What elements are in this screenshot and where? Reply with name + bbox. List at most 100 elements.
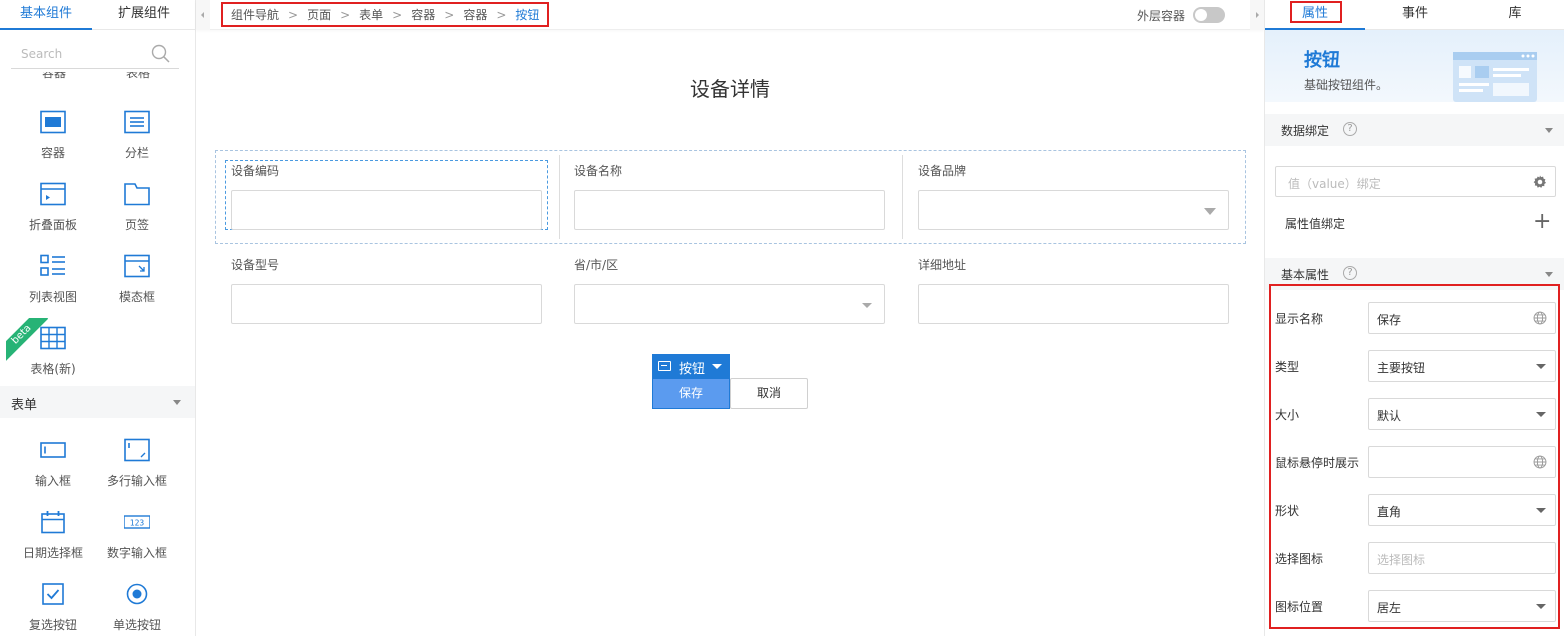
globe-icon[interactable] (1533, 311, 1547, 325)
display-name-input[interactable]: 保存 (1368, 302, 1556, 334)
component-label: 容器 (40, 146, 65, 160)
chevron-down-icon (1545, 128, 1553, 133)
hover-tooltip-input[interactable] (1368, 446, 1556, 478)
textarea-icon (124, 438, 150, 462)
shape-select[interactable]: 直角 (1368, 494, 1556, 526)
prop-label-shape: 形状 (1275, 504, 1300, 518)
breadcrumb-item[interactable]: 组件导航 (231, 6, 279, 23)
svg-text:123: 123 (130, 519, 145, 528)
component-header: 按钮 基础按钮组件。 (1265, 30, 1564, 102)
tab-extended-components[interactable]: 扩展组件 (92, 0, 195, 30)
tab-library[interactable]: 库 (1465, 0, 1564, 30)
tab-events[interactable]: 事件 (1365, 0, 1465, 30)
breadcrumb-item[interactable]: 页面 (307, 6, 331, 23)
cut-off-label-table: 表格 (126, 72, 151, 80)
component-checkbox[interactable]: 复选按钮 (11, 582, 95, 636)
folder-tab-icon (124, 183, 150, 206)
dropdown-arrow-icon (1536, 412, 1546, 417)
selected-component-toolbar[interactable]: 按钮 (652, 354, 730, 378)
section-data-binding[interactable]: 数据绑定 ? (1265, 114, 1564, 146)
add-icon[interactable]: + (1533, 211, 1551, 233)
input-icon (40, 442, 66, 458)
prop-label-hover-tooltip: 鼠标悬停时展示 (1275, 456, 1360, 470)
component-date-picker[interactable]: 日期选择框 (11, 510, 95, 574)
caret-down-icon[interactable] (712, 364, 722, 369)
chevron-right-icon: > (288, 7, 299, 22)
collapse-right-button[interactable] (1250, 0, 1264, 30)
breadcrumb-item[interactable]: 容器 (463, 6, 487, 23)
device-name-input[interactable] (574, 190, 885, 230)
globe-icon[interactable] (1533, 455, 1547, 469)
cut-off-label-container: 容器 (42, 72, 67, 80)
value-binding-placeholder: 值（value）绑定 (1288, 177, 1381, 191)
number-input-icon: 123 (124, 515, 150, 529)
dropdown-arrow-icon (862, 303, 872, 308)
collapse-panel-icon (40, 182, 66, 206)
component-label: 数字输入框 (106, 546, 167, 560)
toggle-knob (1195, 9, 1207, 21)
icon-position-select[interactable]: 居左 (1368, 590, 1556, 622)
attribute-binding-label: 属性值绑定 (1285, 217, 1346, 231)
chevron-right-icon: > (340, 7, 351, 22)
component-radio[interactable]: 单选按钮 (95, 582, 179, 636)
component-modal[interactable]: 模态框 (95, 254, 179, 318)
save-button[interactable]: 保存 (652, 378, 730, 409)
type-select[interactable]: 主要按钮 (1368, 350, 1556, 382)
component-label: 折叠面板 (28, 218, 77, 232)
properties-panel: 属性 事件 库 按钮 基础按钮组件。 数据绑定 ? 值（value）绑定 属性值… (1264, 0, 1564, 636)
columns-icon (124, 110, 150, 134)
region-select[interactable] (574, 284, 885, 324)
list-view-icon (40, 254, 65, 276)
size-select[interactable]: 默认 (1368, 398, 1556, 430)
component-tabs[interactable]: 页签 (95, 182, 179, 246)
search-input[interactable]: Search (11, 41, 179, 69)
section-title: 数据绑定 (1281, 124, 1330, 138)
selected-component-label: 按钮 (679, 362, 706, 377)
component-description: 基础按钮组件。 (1304, 78, 1389, 92)
device-brand-select[interactable] (918, 190, 1229, 230)
field-label-device-brand: 设备品牌 (918, 164, 967, 178)
component-label: 多行输入框 (106, 474, 167, 488)
section-title: 基本属性 (1281, 268, 1330, 282)
cancel-button[interactable]: 取消 (730, 378, 808, 409)
value-binding-input[interactable]: 值（value）绑定 (1275, 166, 1556, 197)
component-number-input[interactable]: 123 数字输入框 (95, 510, 179, 574)
chevron-right-icon: > (496, 7, 507, 22)
select-icon-input[interactable]: 选择图标 (1368, 542, 1556, 574)
component-name: 按钮 (1304, 50, 1340, 71)
modal-icon (124, 254, 150, 278)
calendar-icon (41, 511, 65, 534)
beta-badge: beta (6, 318, 50, 362)
device-model-input[interactable] (231, 284, 542, 324)
collapse-left-button[interactable] (196, 0, 210, 30)
component-collapse-panel[interactable]: 折叠面板 (11, 182, 95, 246)
component-label: 输入框 (34, 474, 71, 488)
component-container[interactable]: 容器 (11, 110, 95, 174)
window-illustration-icon (1453, 52, 1537, 102)
chevron-down-icon (173, 400, 181, 405)
breadcrumb-item[interactable]: 容器 (411, 6, 435, 23)
search-placeholder: Search (21, 47, 63, 61)
form-title: 设备详情 (690, 77, 770, 101)
outer-container-toggle[interactable] (1193, 7, 1225, 23)
breadcrumb-item[interactable]: 表单 (359, 6, 383, 23)
component-textarea[interactable]: 多行输入框 (95, 438, 179, 502)
search-icon[interactable] (151, 44, 171, 64)
field-label-device-code: 设备编码 (231, 164, 280, 178)
design-canvas: 组件导航 > 页面 > 表单 > 容器 > 容器 > 按钮 外层容器 设备详情 … (196, 0, 1264, 636)
section-form[interactable]: 表单 (0, 386, 195, 418)
gear-icon[interactable] (1533, 175, 1547, 189)
field-label-device-name: 设备名称 (574, 164, 623, 178)
help-icon[interactable]: ? (1343, 266, 1357, 280)
component-label: 分栏 (124, 146, 149, 160)
component-input[interactable]: 输入框 (11, 438, 95, 502)
address-input[interactable] (918, 284, 1229, 324)
component-columns[interactable]: 分栏 (95, 110, 179, 174)
device-code-input[interactable] (231, 190, 542, 230)
help-icon[interactable]: ? (1343, 122, 1357, 136)
tab-basic-components[interactable]: 基本组件 (0, 0, 92, 30)
component-list-view[interactable]: 列表视图 (11, 254, 95, 318)
radio-icon (126, 583, 148, 605)
select-icon-placeholder: 选择图标 (1377, 553, 1426, 567)
prop-label-select-icon: 选择图标 (1275, 552, 1324, 566)
